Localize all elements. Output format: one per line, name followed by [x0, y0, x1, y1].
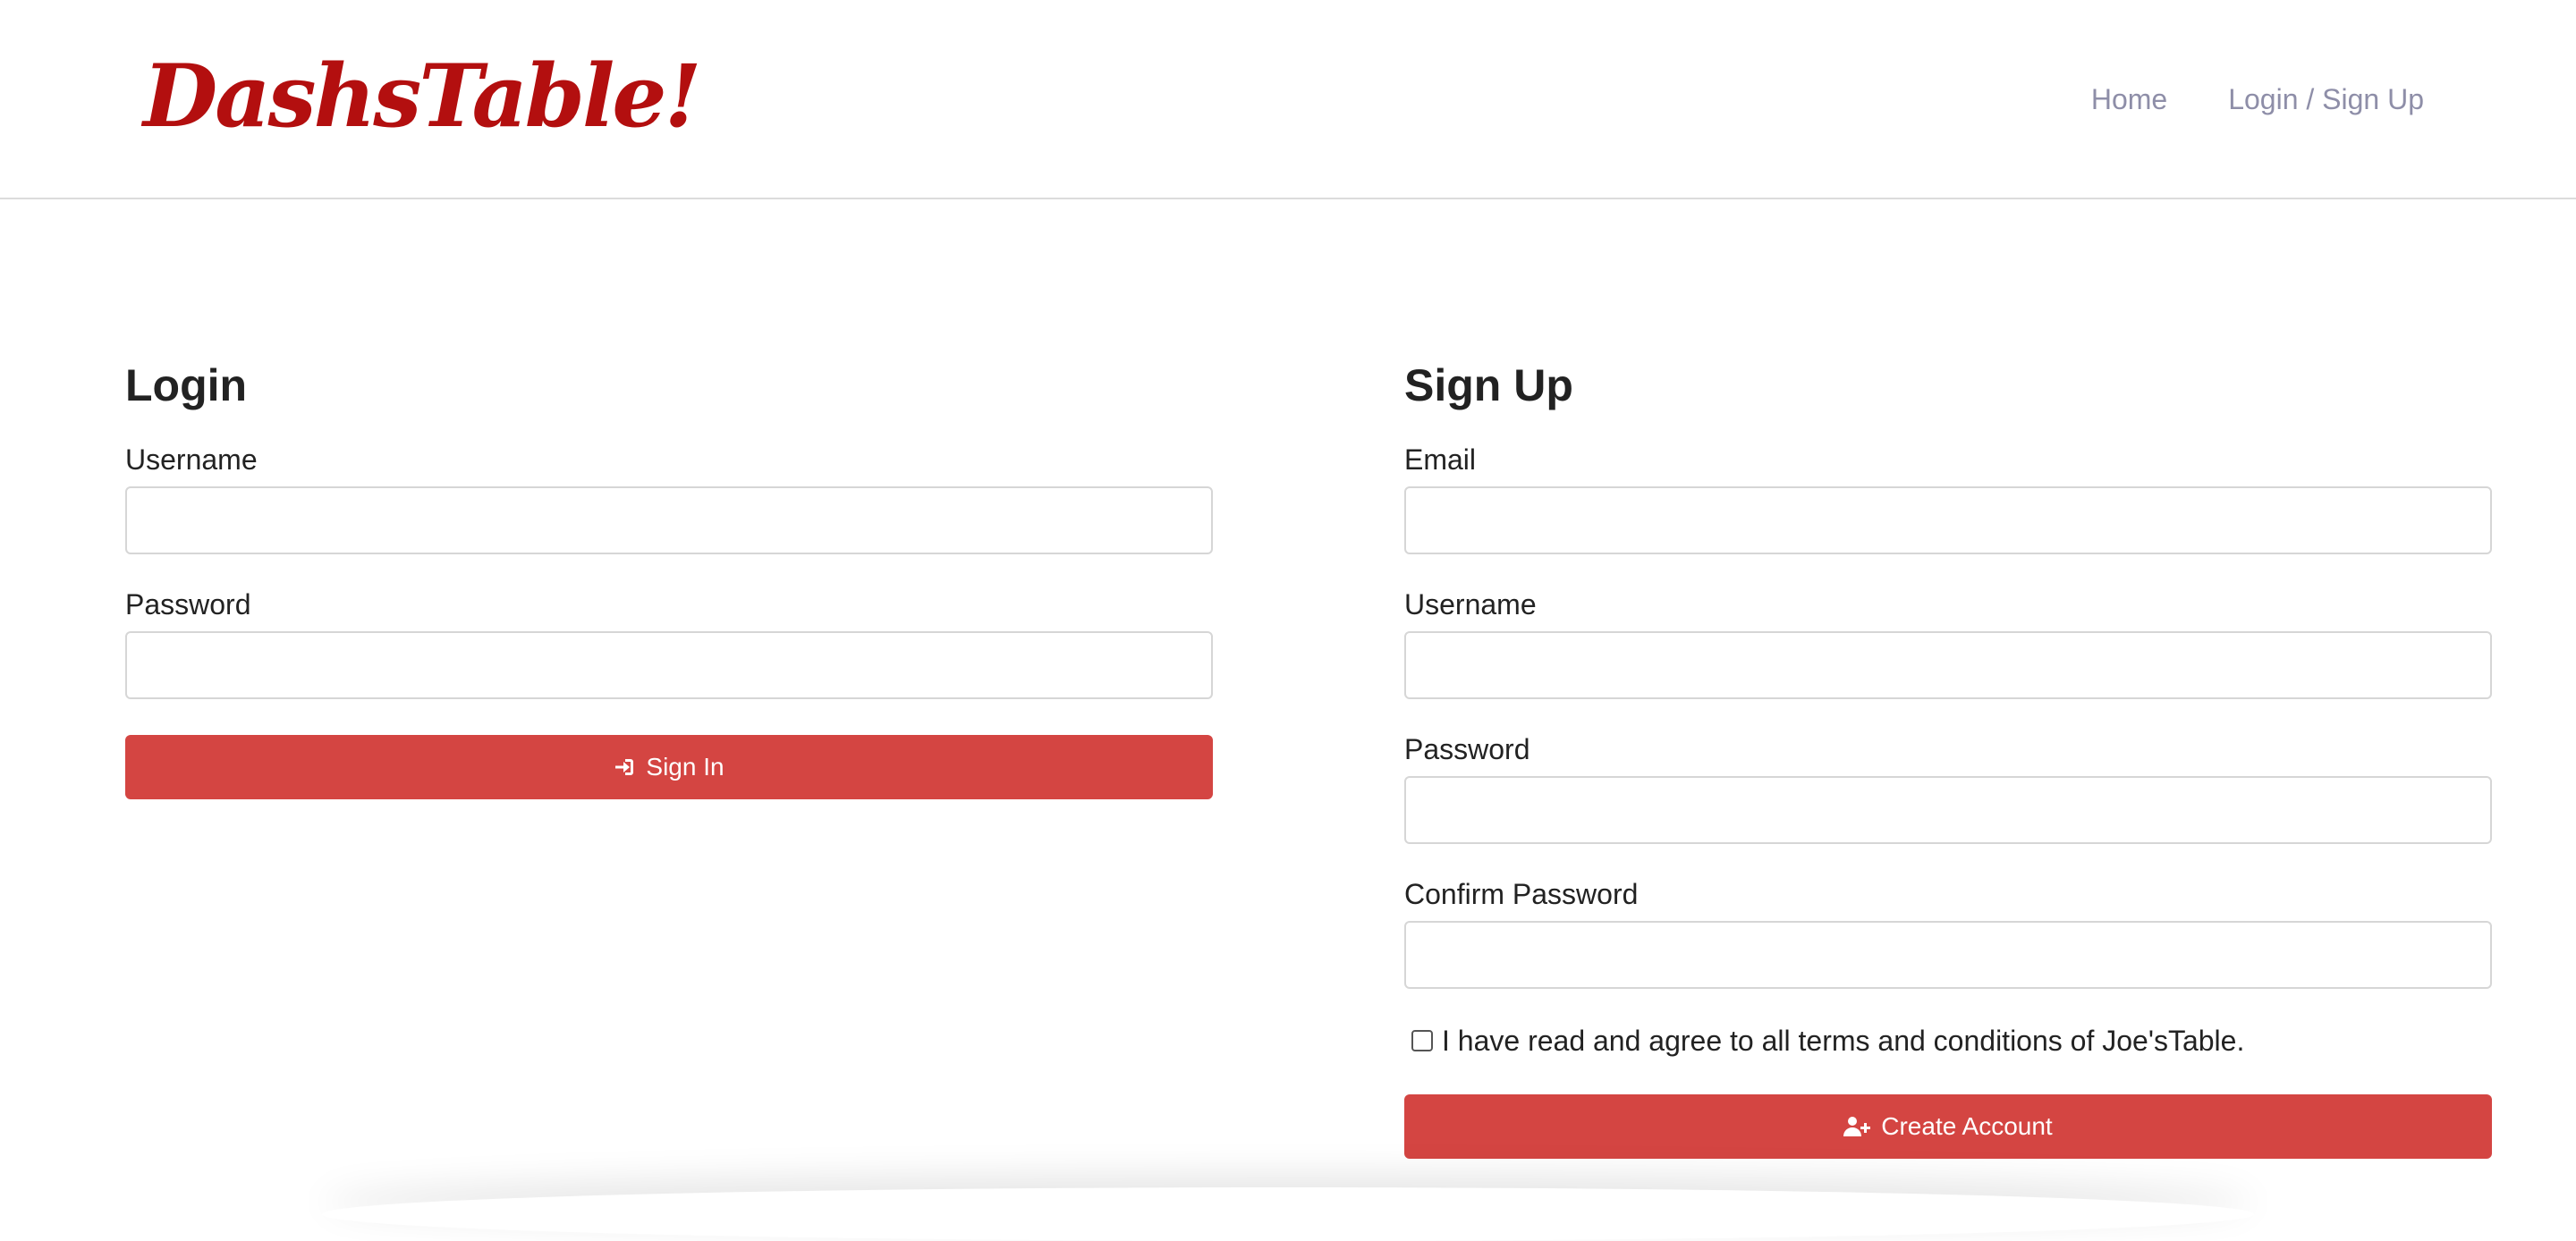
login-section: Login Username Password Sign In	[125, 356, 1213, 799]
signup-username-label: Username	[1404, 588, 1537, 620]
site-header: DashsTable! Home Login / Sign Up	[0, 0, 2576, 199]
create-account-label: Create Account	[1881, 1112, 2053, 1140]
terms-checkbox[interactable]	[1411, 1030, 1433, 1051]
signup-confirm-password-input[interactable]	[1404, 921, 2492, 989]
user-plus-icon	[1843, 1116, 1871, 1137]
signup-email-input[interactable]	[1404, 486, 2492, 554]
signup-email-field: Email	[1404, 442, 2492, 554]
sign-in-icon	[614, 756, 635, 778]
signup-username-input[interactable]	[1404, 631, 2492, 699]
signup-email-label: Email	[1404, 443, 1477, 476]
signup-confirm-password-label: Confirm Password	[1404, 878, 1639, 910]
sign-in-label: Sign In	[646, 753, 724, 781]
nav-link-login-signup[interactable]: Login / Sign Up	[2228, 79, 2424, 120]
login-password-field: Password	[125, 587, 1213, 699]
login-title: Login	[125, 360, 248, 410]
signup-username-field: Username	[1404, 587, 2492, 699]
terms-agreement: I have read and agree to all terms and c…	[1404, 1023, 2492, 1059]
signup-password-input[interactable]	[1404, 776, 2492, 844]
login-password-label: Password	[125, 588, 251, 620]
bottom-edge-shadow	[322, 1187, 2254, 1241]
brand-logo[interactable]: DashsTable!	[143, 46, 702, 147]
login-username-input[interactable]	[125, 486, 1213, 554]
terms-label[interactable]: I have read and agree to all terms and c…	[1442, 1023, 2244, 1059]
signup-title: Sign Up	[1404, 360, 1573, 410]
create-account-button[interactable]: Create Account	[1404, 1094, 2492, 1159]
login-password-input[interactable]	[125, 631, 1213, 699]
signup-password-label: Password	[1404, 733, 1530, 765]
sign-in-button[interactable]: Sign In	[125, 735, 1213, 799]
login-username-label: Username	[125, 443, 258, 476]
login-username-field: Username	[125, 442, 1213, 554]
signup-confirm-password-field: Confirm Password	[1404, 876, 2492, 989]
nav-link-home[interactable]: Home	[2091, 79, 2167, 120]
signup-section: Sign Up Email Username Password Confirm …	[1404, 356, 2492, 1159]
signup-password-field: Password	[1404, 731, 2492, 844]
main-nav: Home Login / Sign Up	[2091, 79, 2424, 120]
